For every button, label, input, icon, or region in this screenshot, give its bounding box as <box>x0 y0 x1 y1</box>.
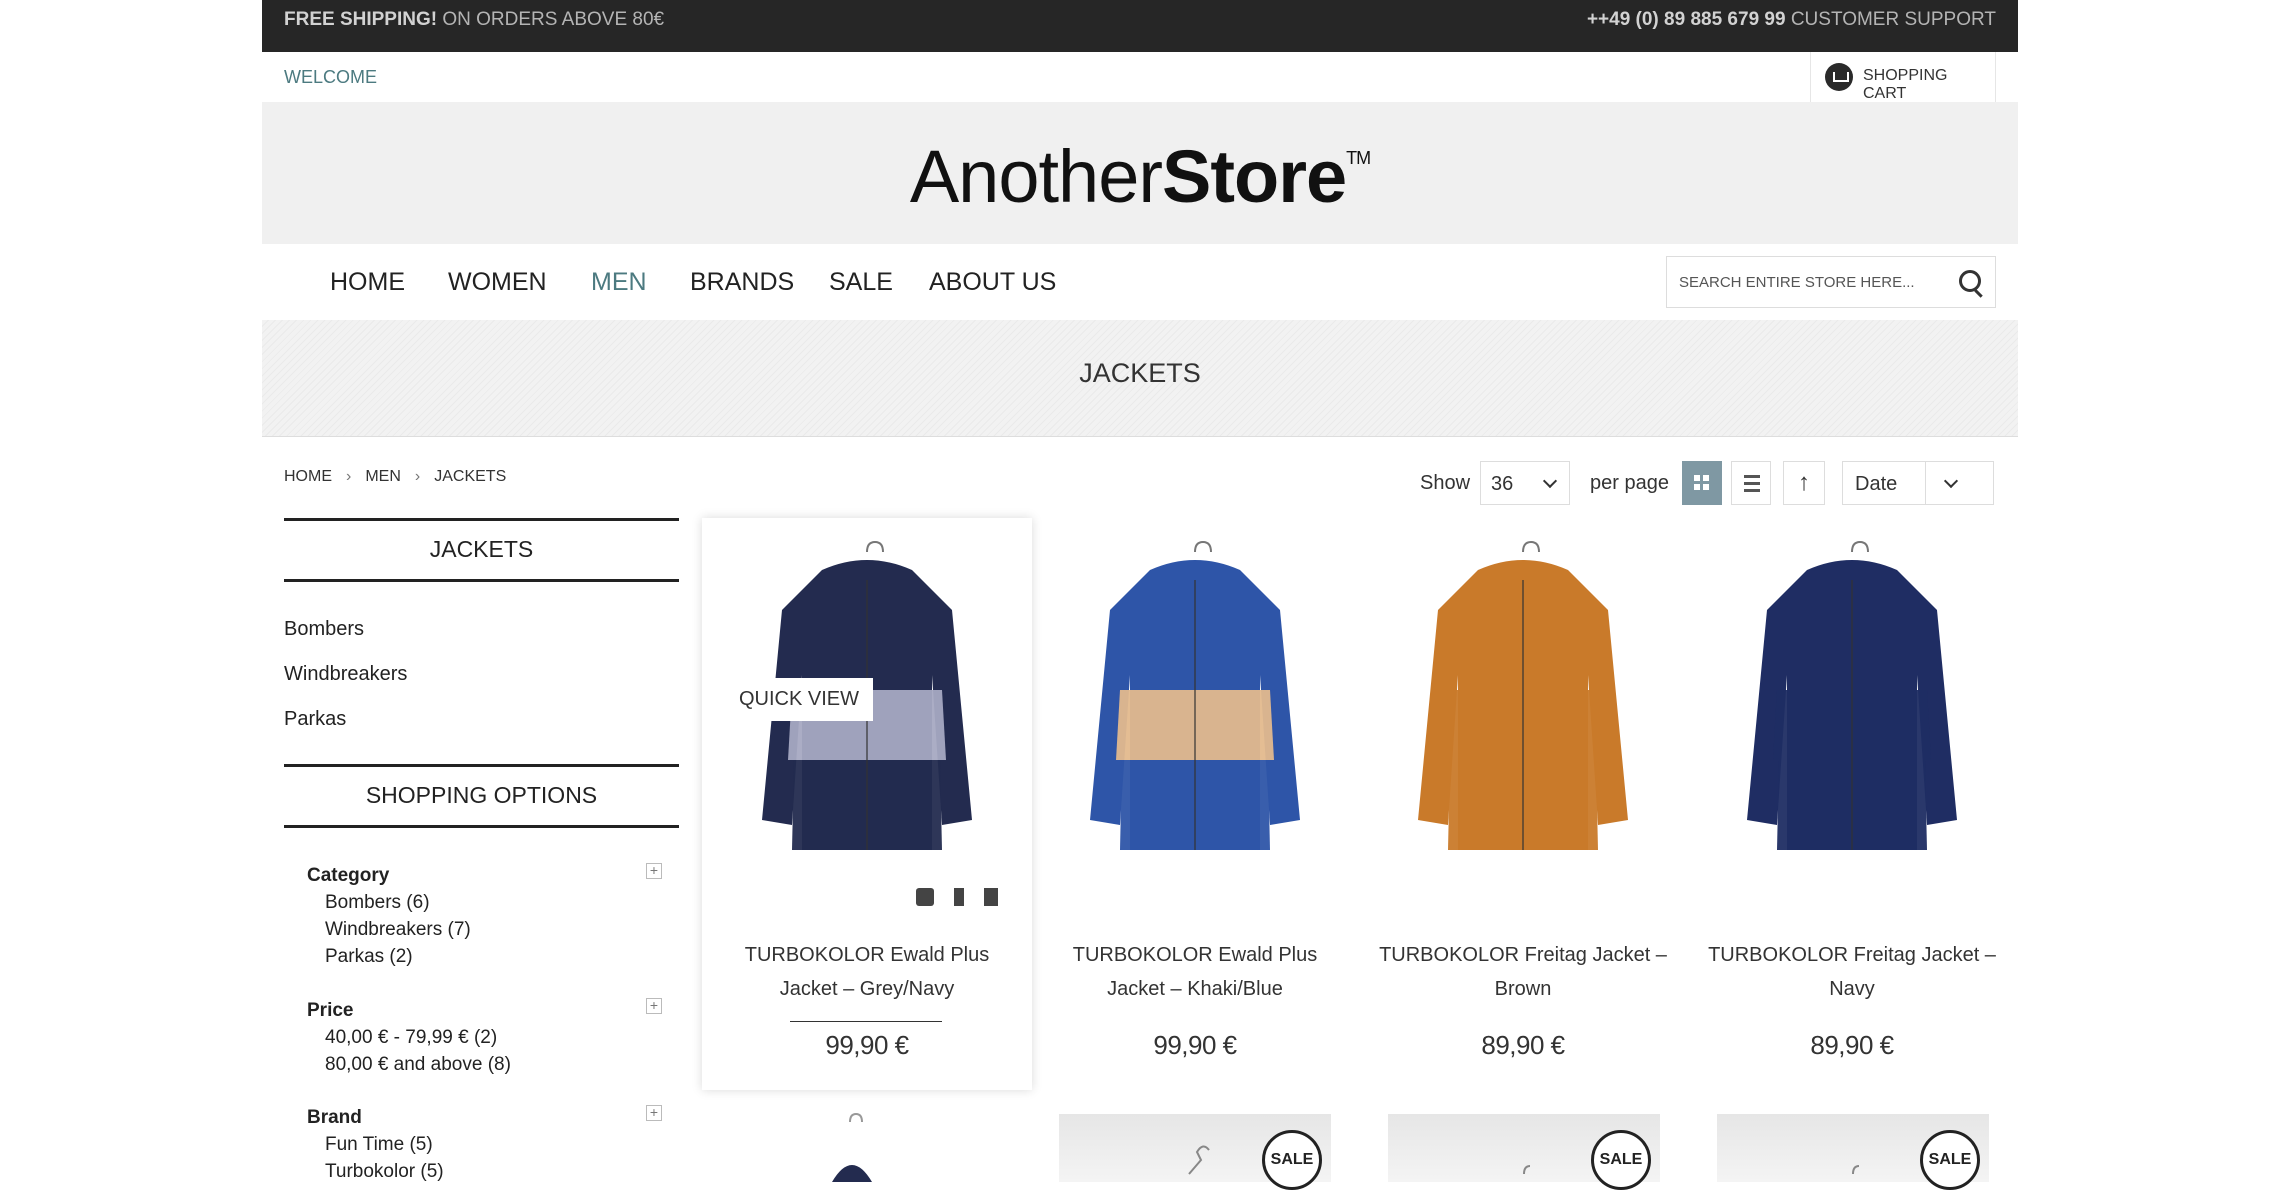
compare-icon[interactable] <box>984 888 998 906</box>
product-card[interactable]: TURBOKOLOR Ewald Plus Jacket – Grey/Navy 9… <box>702 518 1032 1090</box>
nav-sale[interactable]: SALE <box>829 268 893 297</box>
sale-badge: SALE <box>1591 1130 1651 1190</box>
breadcrumb-men[interactable]: MEN <box>365 468 401 485</box>
wishlist-icon[interactable] <box>954 888 964 906</box>
list-view-button[interactable] <box>1731 461 1771 505</box>
page-title-band: JACKETS <box>262 320 2018 437</box>
jacket-image <box>1747 540 1957 860</box>
product-card[interactable]: TURBOKOLOR Freitag Jacket – Brown 89,90 € <box>1358 518 1688 1090</box>
product-name-line2[interactable]: Jacket – Khaki/Blue <box>1030 972 1360 1006</box>
product-image[interactable] <box>1050 540 1340 860</box>
breadcrumb: HOME › MEN › JACKETS <box>284 468 506 486</box>
product-image[interactable] <box>722 1112 982 1182</box>
product-price: 99,90 € <box>1153 1030 1237 1060</box>
expand-category-icon[interactable]: + <box>646 863 662 879</box>
per-page-label: per page <box>1590 472 1669 494</box>
top-bar: FREE SHIPPING! ON ORDERS ABOVE 80€ ++49 … <box>262 0 2018 52</box>
shopping-cart-label: SHOPPING CART <box>1863 67 1948 102</box>
filter-option[interactable]: Fun Time (5) <box>325 1134 433 1156</box>
page-title: JACKETS <box>1079 358 1201 388</box>
product-name[interactable]: TURBOKOLOR Ewald Plus <box>702 938 1032 972</box>
product-image[interactable] <box>1707 540 1997 860</box>
shopping-cart-button[interactable]: SHOPPING CART <box>1810 52 1996 102</box>
quick-view-button[interactable]: QUICK VIEW <box>725 678 874 721</box>
sidebar-item-bombers[interactable]: Bombers <box>284 618 364 641</box>
nav-men[interactable]: MEN <box>591 268 647 297</box>
show-label: Show <box>1420 472 1471 494</box>
add-to-cart-icon[interactable] <box>916 888 934 906</box>
nav-home[interactable]: HOME <box>330 268 405 297</box>
nav-women[interactable]: WOMEN <box>448 268 547 297</box>
filter-price-label[interactable]: Price <box>307 1000 353 1022</box>
breadcrumb-home[interactable]: HOME <box>284 468 332 485</box>
per-page-select[interactable]: 36 <box>1480 461 1570 505</box>
header: AnotherStoreTM <box>262 102 2018 244</box>
chevron-right-icon: › <box>346 468 352 485</box>
category-title: JACKETS <box>284 518 679 582</box>
expand-price-icon[interactable]: + <box>646 998 662 1014</box>
sort-direction-button[interactable]: ↑ <box>1783 461 1825 505</box>
filter-option[interactable]: 80,00 € and above (8) <box>325 1054 511 1076</box>
sort-by-select[interactable]: Date <box>1842 461 1994 505</box>
product-name[interactable]: TURBOKOLOR Freitag Jacket – <box>1358 938 1688 972</box>
filter-brand-label[interactable]: Brand <box>307 1107 362 1129</box>
product-price: 89,90 € <box>1481 1030 1565 1060</box>
sidebar-item-windbreakers[interactable]: Windbreakers <box>284 663 407 686</box>
breadcrumb-jackets: JACKETS <box>434 468 507 485</box>
product-price: 99,90 € <box>825 1030 909 1060</box>
product-price: 89,90 € <box>1810 1030 1894 1060</box>
store-logo[interactable]: AnotherStoreTM <box>262 134 2018 219</box>
product-name-line2[interactable]: Jacket – Grey/Navy <box>702 972 1032 1006</box>
product-name-line2[interactable]: Brown <box>1358 972 1688 1006</box>
jacket-image <box>1418 540 1628 860</box>
chevron-down-icon <box>1943 473 1959 489</box>
filter-option[interactable]: 40,00 € - 79,99 € (2) <box>325 1027 497 1049</box>
filter-option[interactable]: Turbokolor (5) <box>325 1161 444 1183</box>
product-name[interactable]: TURBOKOLOR Ewald Plus <box>1030 938 1360 972</box>
customer-support: ++49 (0) 89 885 679 99 CUSTOMER SUPPORT <box>1586 9 1996 30</box>
main-nav: HOME WOMEN MEN BRANDS SALE ABOUT US SEAR… <box>262 244 2018 320</box>
product-image[interactable] <box>1378 540 1668 860</box>
filter-option[interactable]: Windbreakers (7) <box>325 919 471 941</box>
search-icon[interactable] <box>1959 270 1981 292</box>
nav-brands[interactable]: BRANDS <box>690 268 794 297</box>
product-name-line2[interactable]: Navy <box>1687 972 2017 1006</box>
chevron-down-icon <box>1542 473 1558 489</box>
expand-brand-icon[interactable]: + <box>646 1105 662 1121</box>
cart-icon <box>1825 63 1853 91</box>
search-box[interactable]: SEARCH ENTIRE STORE HERE... <box>1666 256 1996 308</box>
free-shipping-notice: FREE SHIPPING! ON ORDERS ABOVE 80€ <box>284 9 665 30</box>
sale-badge: SALE <box>1262 1130 1322 1190</box>
nav-about-us[interactable]: ABOUT US <box>929 268 1056 297</box>
filter-option[interactable]: Parkas (2) <box>325 946 413 968</box>
sidebar-item-parkas[interactable]: Parkas <box>284 708 346 731</box>
product-name[interactable]: TURBOKOLOR Freitag Jacket – <box>1687 938 2017 972</box>
welcome-row: WELCOME SHOPPING CART <box>262 52 2018 102</box>
product-card[interactable]: TURBOKOLOR Freitag Jacket – Navy 89,90 € <box>1687 518 2017 1090</box>
product-actions <box>896 888 998 906</box>
sale-badge: SALE <box>1920 1130 1980 1190</box>
filter-option[interactable]: Bombers (6) <box>325 892 430 914</box>
grid-view-button[interactable] <box>1682 461 1722 505</box>
jacket-image <box>1090 540 1300 860</box>
filter-category-label[interactable]: Category <box>307 865 389 887</box>
jacket-image <box>832 1112 872 1182</box>
welcome-text: WELCOME <box>284 67 378 87</box>
product-card[interactable]: TURBOKOLOR Ewald Plus Jacket – Khaki/Blue… <box>1030 518 1360 1090</box>
chevron-right-icon: › <box>414 468 421 485</box>
shopping-options-title: SHOPPING OPTIONS <box>284 764 679 828</box>
search-input[interactable]: SEARCH ENTIRE STORE HERE... <box>1679 274 1915 291</box>
